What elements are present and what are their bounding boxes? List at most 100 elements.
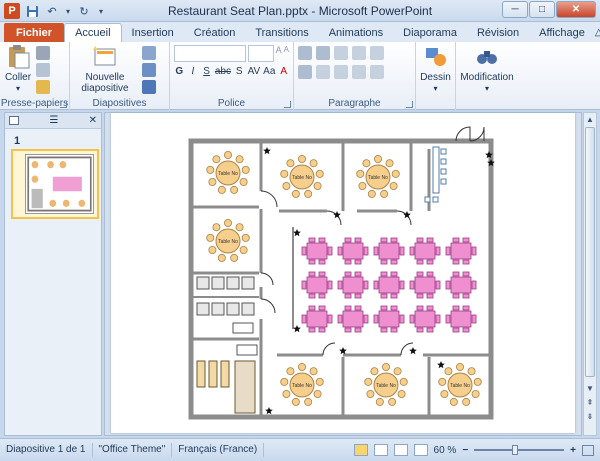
tab-transitions[interactable]: Transitions (245, 23, 318, 42)
pink-table (306, 276, 328, 294)
pink-chair (327, 314, 333, 324)
columns-icon[interactable] (370, 65, 384, 79)
grow-font-icon[interactable]: A (276, 45, 282, 62)
drawing-button[interactable]: Dessin ▾ (420, 44, 451, 94)
theme-name[interactable]: "Office Theme" (93, 443, 173, 457)
reset-slide-icon[interactable] (142, 63, 156, 77)
slide-sorter-button[interactable] (373, 444, 388, 456)
align-right-icon[interactable] (334, 65, 348, 79)
table-chair (455, 362, 464, 371)
pink-chair (354, 305, 362, 311)
zoom-level[interactable]: 60 % (434, 445, 457, 456)
fit-to-window-icon[interactable] (582, 444, 594, 456)
round-table: Table No (356, 155, 400, 198)
minimize-button[interactable]: ─ (502, 1, 528, 18)
decrease-indent-icon[interactable] (334, 46, 348, 60)
vertical-scrollbar[interactable]: ▲ ▼ ⇞ ⇟ (583, 112, 597, 436)
justify-icon[interactable] (352, 65, 366, 79)
outline-tab-icon[interactable]: ☰ (49, 115, 58, 126)
plant-icon (437, 361, 445, 369)
binoculars-icon (477, 51, 497, 64)
zoom-slider-knob[interactable] (511, 445, 518, 455)
font-size-combo[interactable] (247, 45, 274, 62)
scroll-up-icon[interactable]: ▲ (584, 114, 596, 126)
italic-button[interactable]: I (188, 66, 199, 77)
slide-canvas[interactable]: Table No Table No Table No Table No Table No… (111, 113, 575, 433)
numbering-icon[interactable] (316, 46, 330, 60)
align-left-icon[interactable] (298, 65, 312, 79)
bar-stool (440, 158, 447, 165)
format-painter-icon[interactable] (36, 80, 50, 94)
tab-insert[interactable]: Insertion (122, 23, 184, 42)
pink-chair (308, 259, 316, 265)
layout-icon[interactable] (142, 46, 156, 60)
change-case-button[interactable]: Aa (263, 66, 275, 77)
language-indicator[interactable]: Français (France) (172, 443, 265, 457)
shadow-button[interactable]: S (234, 66, 245, 77)
close-button[interactable]: ✕ (556, 1, 596, 18)
align-center-icon[interactable] (316, 65, 330, 79)
tab-home[interactable]: Accueil (64, 23, 122, 42)
line-spacing-icon[interactable] (370, 46, 384, 60)
slide-thumbnail[interactable] (11, 149, 99, 219)
table-chair (370, 367, 379, 376)
slide-info: Diapositive 1 de 1 (0, 443, 93, 457)
round-table: Table No (438, 362, 482, 406)
next-slide-icon[interactable]: ⇟ (584, 411, 596, 423)
zoom-out-icon[interactable]: − (462, 445, 468, 456)
scroll-thumb[interactable] (585, 127, 595, 377)
pink-table (378, 242, 400, 260)
pink-table-set (445, 237, 477, 265)
tab-animations[interactable]: Animations (319, 23, 393, 42)
pink-chair (399, 314, 405, 324)
table-chair (389, 182, 398, 191)
cut-icon[interactable] (36, 46, 50, 60)
normal-view-button[interactable] (353, 444, 368, 456)
paragraph-launcher-icon[interactable] (406, 101, 413, 108)
plant-icon (333, 211, 341, 219)
prev-slide-icon[interactable]: ⇞ (584, 397, 596, 409)
close-pane-icon[interactable]: ✕ (89, 115, 97, 126)
table-label: Table No (292, 175, 312, 181)
pink-chair (318, 327, 326, 333)
bullets-icon[interactable] (298, 46, 312, 60)
tab-view[interactable]: Affichage (529, 23, 595, 42)
editing-button[interactable]: Modification ▾ (460, 44, 514, 94)
pink-chair (318, 237, 326, 243)
tab-design[interactable]: Création (184, 23, 246, 42)
tab-review[interactable]: Révision (467, 23, 529, 42)
minimize-ribbon-icon[interactable]: △ (595, 27, 600, 38)
paste-button[interactable]: Coller ▾ (4, 44, 32, 94)
font-group: A A G I S abc S AV Aa A Police (170, 42, 294, 110)
slideshow-button[interactable] (413, 444, 428, 456)
zoom-in-icon[interactable]: + (570, 445, 576, 456)
tab-slideshow[interactable]: Diaporama (393, 23, 467, 42)
font-launcher-icon[interactable] (284, 101, 291, 108)
font-color-button[interactable]: A (278, 66, 289, 77)
section-icon[interactable] (142, 80, 156, 94)
table-chair (282, 389, 291, 398)
slides-tab-icon[interactable] (9, 116, 19, 125)
pink-table-set (373, 305, 405, 333)
maximize-button[interactable]: □ (529, 1, 555, 18)
clipboard-launcher-icon[interactable] (60, 101, 67, 108)
pink-chair (301, 314, 307, 324)
font-family-combo[interactable] (174, 45, 246, 62)
tab-file[interactable]: Fichier (4, 23, 65, 42)
increase-indent-icon[interactable] (352, 46, 366, 60)
underline-button[interactable]: S (201, 66, 212, 77)
status-bar: Diapositive 1 de 1 "Office Theme" França… (0, 438, 600, 461)
scroll-down-icon[interactable]: ▼ (584, 383, 596, 395)
bold-button[interactable]: G (174, 66, 185, 77)
strikethrough-button[interactable]: abc (215, 66, 231, 77)
copy-icon[interactable] (36, 63, 50, 77)
slides-pane: ☰ ✕ 1 (4, 112, 102, 436)
zoom-slider[interactable] (474, 445, 565, 455)
char-spacing-button[interactable]: AV (248, 66, 261, 77)
shrink-font-icon[interactable]: A (284, 45, 289, 62)
paste-dropdown-icon[interactable]: ▾ (16, 83, 20, 94)
new-slide-button[interactable]: Nouvelle diapositive (74, 44, 136, 94)
plant-icon (293, 229, 301, 237)
reading-view-button[interactable] (393, 444, 408, 456)
table-chair (297, 155, 306, 164)
